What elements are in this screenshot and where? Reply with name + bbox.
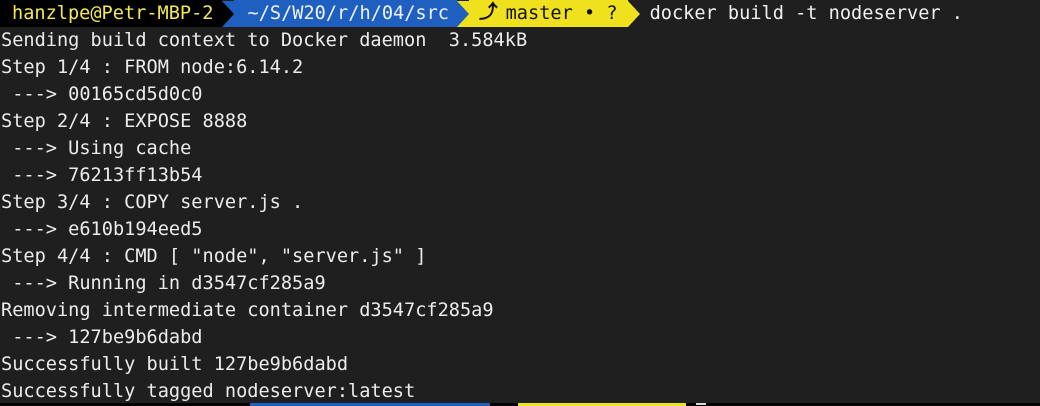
prompt-git-segment: ⤴ master • ? — [469, 0, 628, 27]
output-line: Successfully tagged nodeserver:latest — [1, 381, 416, 402]
output-line: ---> Using cache — [1, 138, 192, 159]
shell-prompt: hanzlpe@Petr-MBP-2 ~/S/W20/r/h/04/src ⤴ … — [0, 0, 1040, 27]
prompt-git-branch: master • ? — [505, 3, 618, 24]
prompt-command-segment[interactable]: docker build -t nodeserver . — [640, 0, 963, 27]
output-line: Removing intermediate container d3547cf2… — [1, 300, 494, 321]
prompt-path: ~/S/W20/r/h/04/src — [247, 3, 450, 24]
prompt-user-host: hanzlpe@Petr-MBP-2 — [12, 3, 214, 24]
powerline-separator-icon — [627, 0, 640, 27]
output-line: ---> 76213ff13b54 — [1, 165, 203, 186]
prompt-path-segment: ~/S/W20/r/h/04/src — [233, 0, 457, 27]
cursor-mark — [696, 403, 706, 405]
powerline-separator-icon — [457, 0, 469, 27]
output-line: Sending build context to Docker daemon 3… — [1, 30, 528, 51]
output-line: ---> e610b194eed5 — [1, 219, 203, 240]
output-line: ---> 127be9b6dabd — [1, 327, 203, 348]
output-line: Step 4/4 : CMD [ "node", "server.js" ] — [1, 246, 427, 267]
prompt-user-host-segment: hanzlpe@Petr-MBP-2 — [0, 0, 222, 27]
git-branch-icon: ⤴ — [479, 2, 498, 23]
output-line: Step 3/4 : COPY server.js . — [1, 192, 304, 213]
output-line: Step 2/4 : EXPOSE 8888 — [1, 111, 248, 132]
output-line: Successfully built 127be9b6dabd — [1, 354, 349, 375]
prompt-command[interactable]: docker build -t nodeserver . — [650, 0, 963, 27]
powerline-separator-icon — [221, 0, 234, 27]
output-line: Step 1/4 : FROM node:6.14.2 — [1, 57, 304, 78]
command-output: Sending build context to Docker daemon 3… — [1, 27, 1037, 405]
terminal-window[interactable]: hanzlpe@Petr-MBP-2 ~/S/W20/r/h/04/src ⤴ … — [0, 0, 1040, 406]
output-line: ---> Running in d3547cf285a9 — [1, 273, 326, 294]
output-line: ---> 00165cd5d0c0 — [1, 84, 203, 105]
